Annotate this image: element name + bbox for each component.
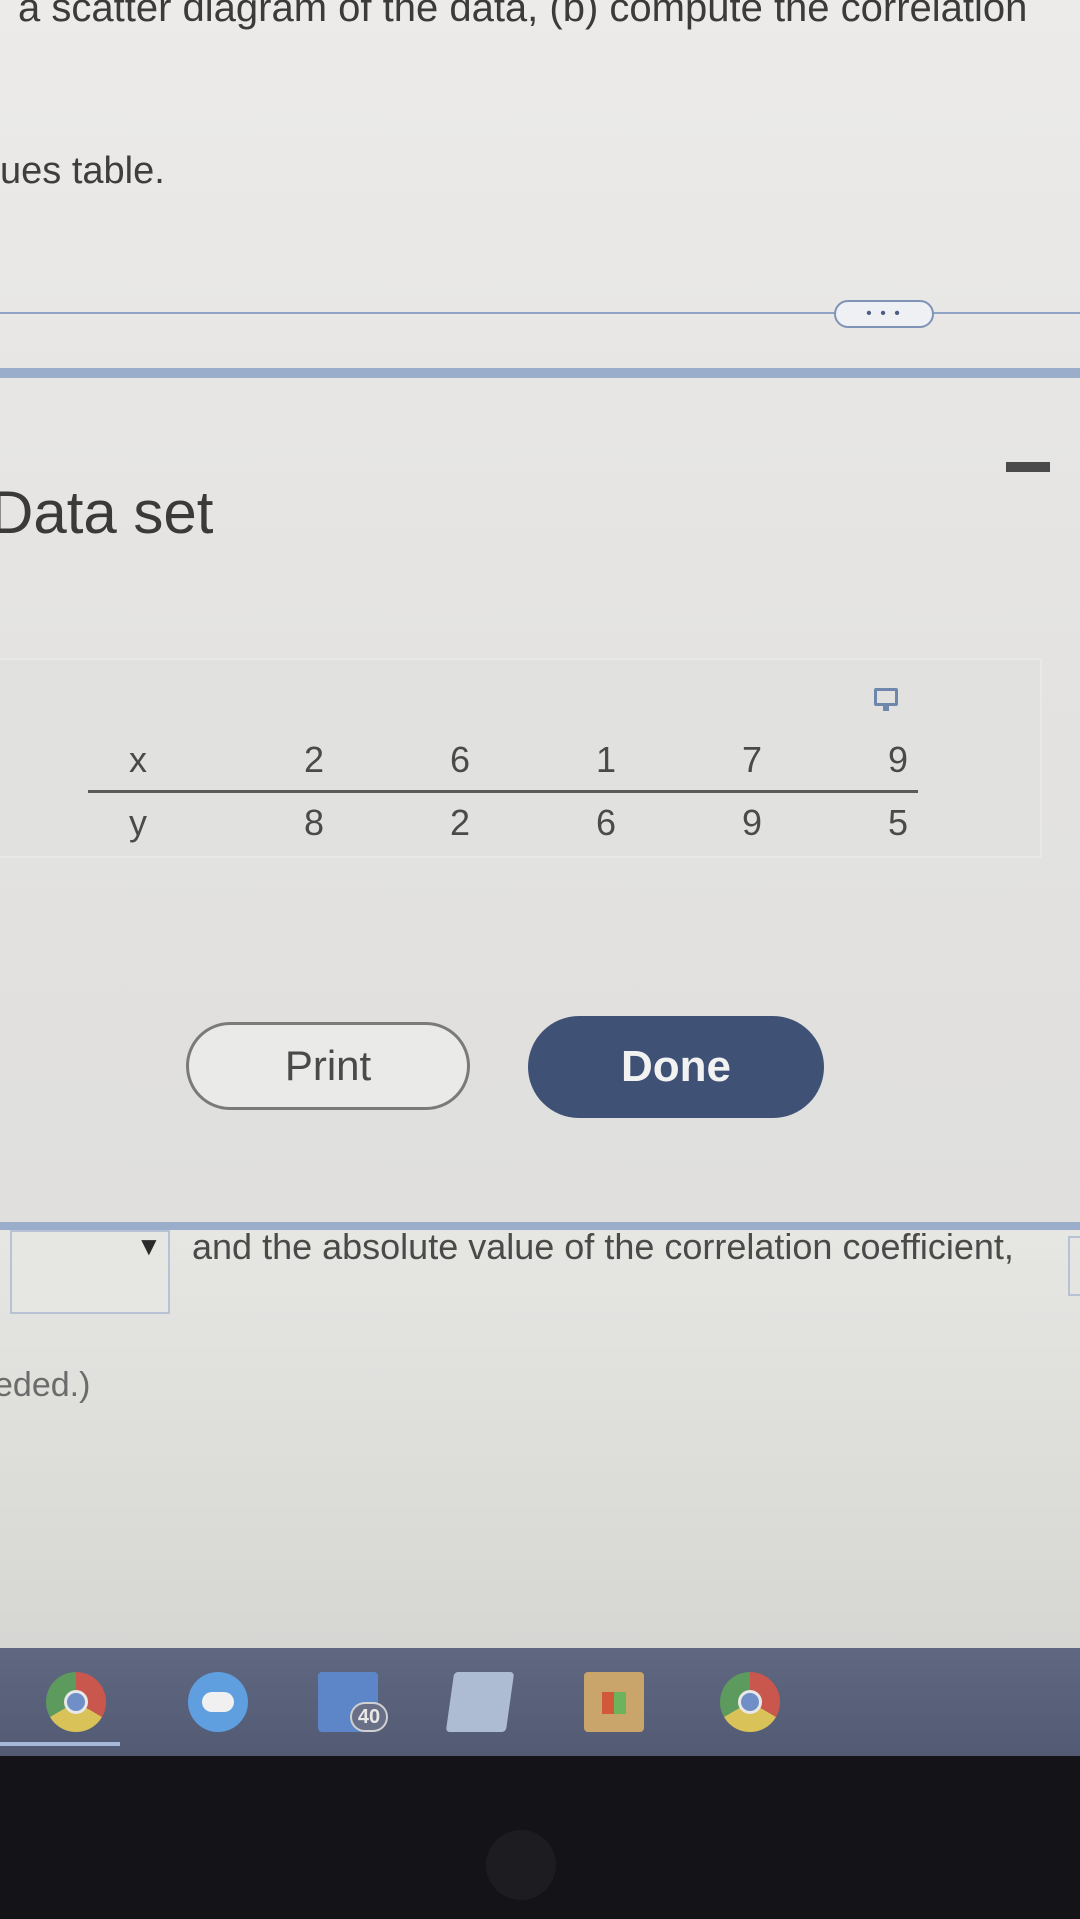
- done-button[interactable]: Done: [528, 1016, 824, 1118]
- row-label-x: x: [88, 730, 188, 793]
- chrome-icon[interactable]: [720, 1672, 780, 1732]
- y-cell: 6: [595, 802, 616, 843]
- active-app-indicator: [0, 1742, 120, 1746]
- x-cell: 9: [772, 730, 918, 793]
- answer-input[interactable]: [1068, 1236, 1080, 1296]
- y-cell: 9: [741, 802, 762, 843]
- row-label-y: y: [129, 802, 147, 843]
- notification-badge: 40: [350, 1702, 388, 1732]
- y-cell: 5: [887, 802, 908, 843]
- brand-logo: [486, 1830, 556, 1900]
- taskbar: [0, 1648, 1080, 1756]
- x-cell: 1: [480, 730, 626, 793]
- dropdown-arrow-icon[interactable]: ▼: [136, 1231, 162, 1262]
- x-cell: 2: [188, 730, 334, 793]
- answer-sentence: and the absolute value of the correlatio…: [192, 1226, 1014, 1267]
- table-row-x: x 2 6 1 7 9: [88, 730, 918, 793]
- data-table: x 2 6 1 7 9 y 8 2 6 9 5: [88, 730, 918, 853]
- chrome-icon[interactable]: [46, 1672, 106, 1732]
- x-cell: 6: [334, 730, 480, 793]
- store-icon[interactable]: [584, 1672, 644, 1732]
- dialog-top-border: [0, 368, 1080, 378]
- question-text-line2: ues table.: [0, 150, 165, 192]
- chat-icon[interactable]: [188, 1672, 248, 1732]
- y-cell: 8: [303, 802, 324, 843]
- copy-icon[interactable]: [874, 688, 898, 711]
- table-row-y: y 8 2 6 9 5: [88, 792, 918, 854]
- dialog-title: Data set: [0, 479, 214, 546]
- question-text-line1: a scatter diagram of the data, (b) compu…: [18, 0, 1028, 30]
- x-cell: 7: [626, 730, 772, 793]
- more-button[interactable]: • • •: [834, 300, 934, 328]
- print-button[interactable]: Print: [186, 1022, 470, 1110]
- minimize-icon[interactable]: [1006, 462, 1050, 472]
- y-cell: 2: [449, 802, 470, 843]
- rounding-hint: eded.): [0, 1366, 91, 1404]
- folder-icon[interactable]: [445, 1672, 515, 1732]
